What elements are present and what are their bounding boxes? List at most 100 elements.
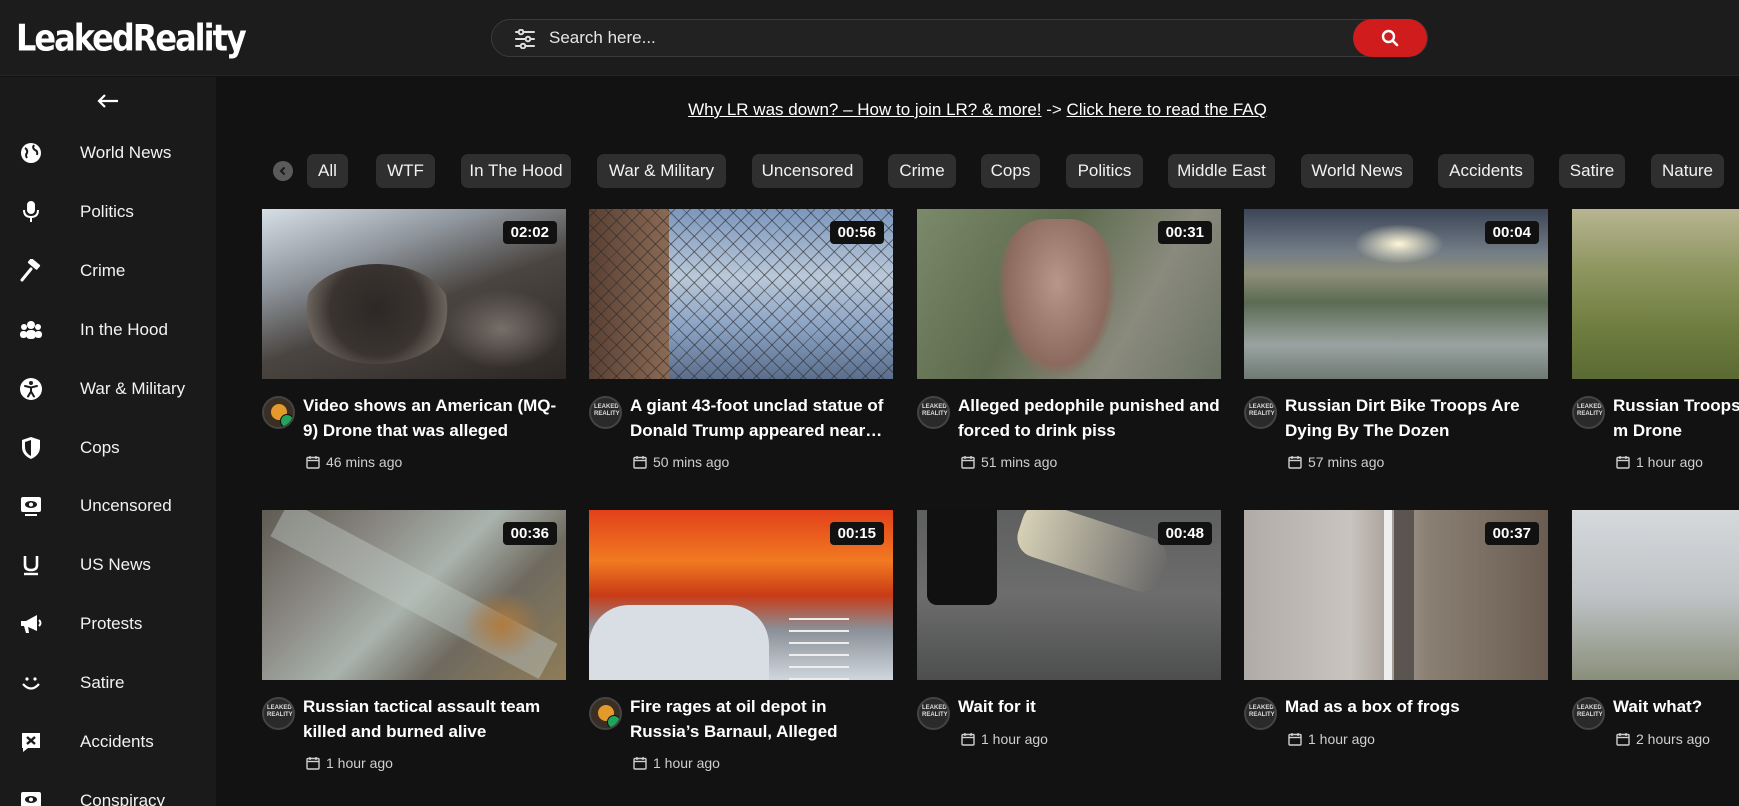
announcement-banner: Why LR was down? – How to join LR? & mor… [216,100,1739,120]
avatar[interactable]: LEAKED REALITY [917,697,950,730]
smile-icon [19,671,43,695]
video-duration: 00:15 [829,522,884,545]
avatar[interactable] [262,396,295,429]
avatar-label: LEAKED REALITY [1577,705,1603,718]
video-thumbnail[interactable]: 00:31 [917,209,1221,379]
search-bar [491,19,1428,57]
sidebar-item-label: Protests [80,614,143,633]
video-thumbnail[interactable]: 00:37 [1244,510,1548,680]
video-meta: 1 hour ago [633,755,720,771]
video-meta: 1 hour ago [306,755,393,771]
video-card[interactable]: LEAKED REALITY Russian Troops m Drone 1 … [1572,209,1739,479]
tag-accidents[interactable]: Accidents [1438,154,1534,188]
video-duration: 02:02 [502,221,557,244]
sidebar-item-cops[interactable]: Cops [0,426,216,470]
avatar[interactable]: LEAKED REALITY [262,697,295,730]
tag-war-military[interactable]: War & Military [597,154,726,188]
video-thumbnail[interactable] [1572,209,1739,379]
video-meta: 50 mins ago [633,454,729,470]
tag-world-news[interactable]: World News [1301,154,1413,188]
video-card[interactable]: 02:02 Video shows an American (MQ-9) Dro… [262,209,566,479]
video-time: 46 mins ago [326,454,403,470]
avatar[interactable]: LEAKED REALITY [1572,697,1605,730]
tags-scroll-left-button[interactable] [273,161,293,181]
video-thumbnail[interactable]: 00:56 [589,209,893,379]
avatar[interactable]: LEAKED REALITY [589,396,622,429]
avatar[interactable]: LEAKED REALITY [1572,396,1605,429]
video-meta: 51 mins ago [961,454,1057,470]
video-thumbnail[interactable]: 00:36 [262,510,566,680]
sidebar-item-war-military[interactable]: War & Military [0,367,216,411]
sidebar-item-accidents[interactable]: Accidents [0,720,216,764]
sidebar-item-in-the-hood[interactable]: In the Hood [0,308,216,352]
video-card[interactable]: 00:48 LEAKED REALITY Wait for it 1 hour … [917,510,1221,780]
avatar[interactable] [589,697,622,730]
tag-satire[interactable]: Satire [1559,154,1625,188]
video-title[interactable]: Video shows an American (MQ-9) Drone tha… [303,393,566,443]
video-thumbnail[interactable]: 00:48 [917,510,1221,680]
video-card[interactable]: LEAKED REALITY Wait what? 2 hours ago [1572,510,1739,780]
verified-badge-icon [607,715,620,728]
tag-middle-east[interactable]: Middle East [1168,154,1275,188]
sidebar-item-world-news[interactable]: World News [0,131,216,175]
site-logo[interactable]: LeakedReality [16,16,247,60]
search-input[interactable] [549,20,1329,56]
avatar[interactable]: LEAKED REALITY [917,396,950,429]
video-time: 1 hour ago [653,755,720,771]
eye-screen-icon [19,494,43,518]
calendar-icon [633,456,647,469]
video-time: 57 mins ago [1308,454,1385,470]
video-card[interactable]: 00:15 Fire rages at oil depot in Russia’… [589,510,893,780]
tag-in-the-hood[interactable]: In The Hood [461,154,571,188]
video-title[interactable]: Wait what? [1613,694,1739,719]
avatar-label: LEAKED REALITY [1577,404,1603,417]
video-title[interactable]: A giant 43-foot unclad statue of Donald … [630,393,893,443]
tag-politics[interactable]: Politics [1066,154,1143,188]
video-title[interactable]: Russian Troops m Drone [1613,393,1739,443]
tag-crime[interactable]: Crime [888,154,956,188]
sidebar-item-label: Satire [80,673,125,692]
video-card[interactable]: 00:04 LEAKED REALITY Russian Dirt Bike T… [1244,209,1548,479]
collapse-arrow-icon[interactable] [96,91,120,111]
video-title[interactable]: Wait for it [958,694,1221,719]
video-meta: 57 mins ago [1288,454,1384,470]
video-duration: 00:48 [1157,522,1212,545]
video-title[interactable]: Alleged pedophile punished and forced to… [958,393,1221,443]
tag-wtf[interactable]: WTF [376,154,435,188]
video-thumbnail[interactable]: 00:04 [1244,209,1548,379]
video-card[interactable]: 00:31 LEAKED REALITY Alleged pedophile p… [917,209,1221,479]
sidebar-item-uncensored[interactable]: Uncensored [0,484,216,528]
sidebar-item-label: In the Hood [80,320,168,339]
video-meta: 1 hour ago [1288,731,1375,747]
sidebar-item-crime[interactable]: Crime [0,249,216,293]
video-title[interactable]: Russian Dirt Bike Troops Are Dying By Th… [1285,393,1548,443]
video-title[interactable]: Mad as a box of frogs [1285,694,1548,719]
globe-icon [19,141,43,165]
video-duration: 00:04 [1484,221,1539,244]
video-thumbnail[interactable]: 00:15 [589,510,893,680]
video-meta: 2 hours ago [1616,731,1710,747]
tag-uncensored[interactable]: Uncensored [752,154,863,188]
sidebar-item-conspiracy[interactable]: Conspiracy [0,779,216,806]
avatar[interactable]: LEAKED REALITY [1244,396,1277,429]
faq-link[interactable]: Click here to read the FAQ [1067,100,1267,119]
sidebar-item-satire[interactable]: Satire [0,661,216,705]
search-button[interactable] [1353,19,1427,57]
video-title[interactable]: Fire rages at oil depot in Russia’s Barn… [630,694,893,744]
filter-sliders-icon[interactable] [514,29,536,49]
calendar-icon [306,456,320,469]
sidebar-item-politics[interactable]: Politics [0,190,216,234]
video-thumbnail[interactable]: 02:02 [262,209,566,379]
sidebar-item-us-news[interactable]: US News [0,543,216,587]
tag-nature[interactable]: Nature [1651,154,1724,188]
faq-teaser-link[interactable]: Why LR was down? – How to join LR? & mor… [688,100,1041,119]
video-card[interactable]: 00:56 LEAKED REALITY A giant 43-foot unc… [589,209,893,479]
tag-cops[interactable]: Cops [981,154,1040,188]
avatar[interactable]: LEAKED REALITY [1244,697,1277,730]
tag-all[interactable]: All [307,154,348,188]
video-title[interactable]: Russian tactical assault team killed and… [303,694,566,744]
video-card[interactable]: 00:37 LEAKED REALITY Mad as a box of fro… [1244,510,1548,780]
video-card[interactable]: 00:36 LEAKED REALITY Russian tactical as… [262,510,566,780]
sidebar-item-protests[interactable]: Protests [0,602,216,646]
video-thumbnail[interactable] [1572,510,1739,680]
